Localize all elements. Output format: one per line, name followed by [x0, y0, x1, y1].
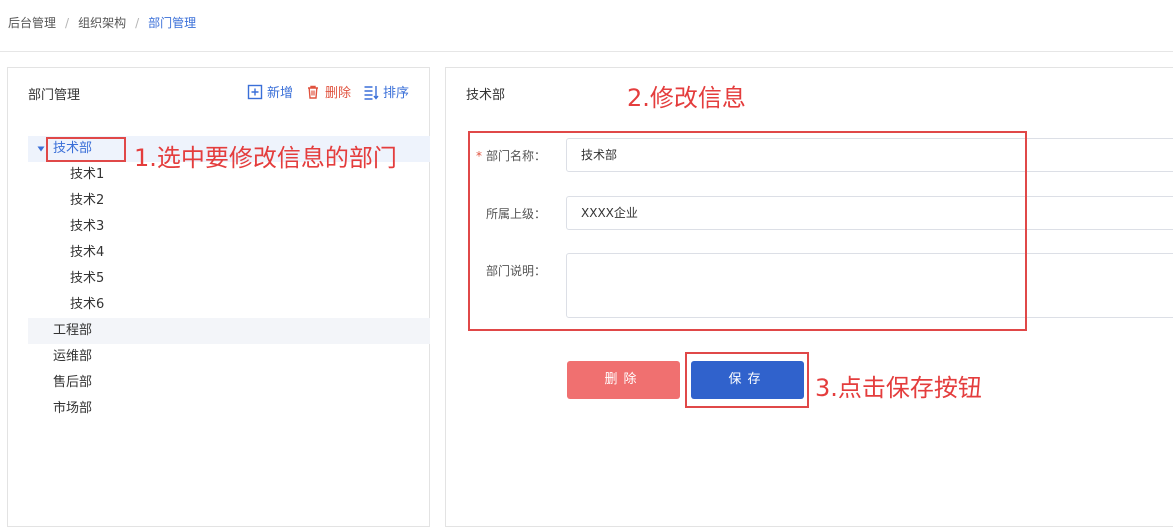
- top-bar: 后台管理 / 组织架构 / 部门管理: [0, 0, 1173, 52]
- delete-tree-button-label: 删除: [324, 86, 351, 101]
- breadcrumb-item-org[interactable]: 组织架构: [78, 14, 126, 31]
- tree-node-label: 技术部: [53, 141, 93, 156]
- sort-button[interactable]: 排序: [363, 82, 409, 101]
- breadcrumb-item-admin[interactable]: 后台管理: [8, 14, 56, 31]
- add-button-label: 新增: [266, 86, 293, 101]
- add-button[interactable]: 新增: [247, 82, 293, 101]
- delete-tree-button[interactable]: 删除: [305, 82, 351, 101]
- tree-node-root[interactable]: 售后部: [28, 370, 430, 396]
- annotation-step2: 2.修改信息: [627, 84, 746, 112]
- description-textarea[interactable]: [566, 253, 1173, 318]
- tree-toolbar: 新增 删除 排序: [235, 82, 409, 101]
- detail-title: 技术部: [466, 88, 506, 103]
- delete-button[interactable]: 删除: [567, 361, 680, 399]
- department-tree-panel: 部门管理 新增 删除 排序 技术部 技术1 技术2 技术3 技术4 技术5 技术…: [7, 67, 430, 527]
- parent-select[interactable]: XXXX企业: [566, 196, 1173, 230]
- breadcrumb-separator: /: [65, 15, 70, 30]
- parent-label: 所属上级：: [485, 207, 546, 221]
- department-name-label: * 部门名称：: [475, 149, 546, 163]
- tree-node-root[interactable]: 工程部: [28, 318, 430, 344]
- breadcrumb-separator: /: [135, 15, 140, 30]
- annotation-step3: 3.点击保存按钮: [815, 374, 982, 402]
- annotation-step1: 1.选中要修改信息的部门: [134, 144, 397, 172]
- department-name-input[interactable]: 技术部: [566, 138, 1173, 172]
- trash-icon: [307, 85, 318, 99]
- department-detail-panel: 技术部 * 部门名称： 技术部 所属上级： XXXX企业 部门说明： 删除 保存: [445, 67, 1173, 527]
- plus-square-icon: [247, 84, 263, 99]
- tree-node-child[interactable]: 技术4: [28, 240, 430, 266]
- tree-node-root[interactable]: 市场部: [28, 396, 430, 422]
- sort-icon: [364, 85, 379, 100]
- required-mark: *: [475, 149, 482, 163]
- tree-node-child[interactable]: 技术6: [28, 292, 430, 318]
- sort-button-label: 排序: [382, 86, 409, 101]
- tree-node-child[interactable]: 技术2: [28, 188, 430, 214]
- panel-title: 部门管理: [28, 88, 81, 103]
- tree-node-root[interactable]: 运维部: [28, 344, 430, 370]
- caret-down-icon[interactable]: [37, 145, 45, 153]
- save-button[interactable]: 保存: [691, 361, 804, 399]
- department-tree: 技术部 技术1 技术2 技术3 技术4 技术5 技术6 工程部 运维部 售后部 …: [28, 136, 430, 422]
- breadcrumb-item-dept: 部门管理: [148, 16, 197, 30]
- tree-node-child[interactable]: 技术3: [28, 214, 430, 240]
- description-label: 部门说明：: [485, 264, 546, 278]
- tree-node-child[interactable]: 技术5: [28, 266, 430, 292]
- breadcrumb: 后台管理 / 组织架构 / 部门管理: [8, 14, 196, 31]
